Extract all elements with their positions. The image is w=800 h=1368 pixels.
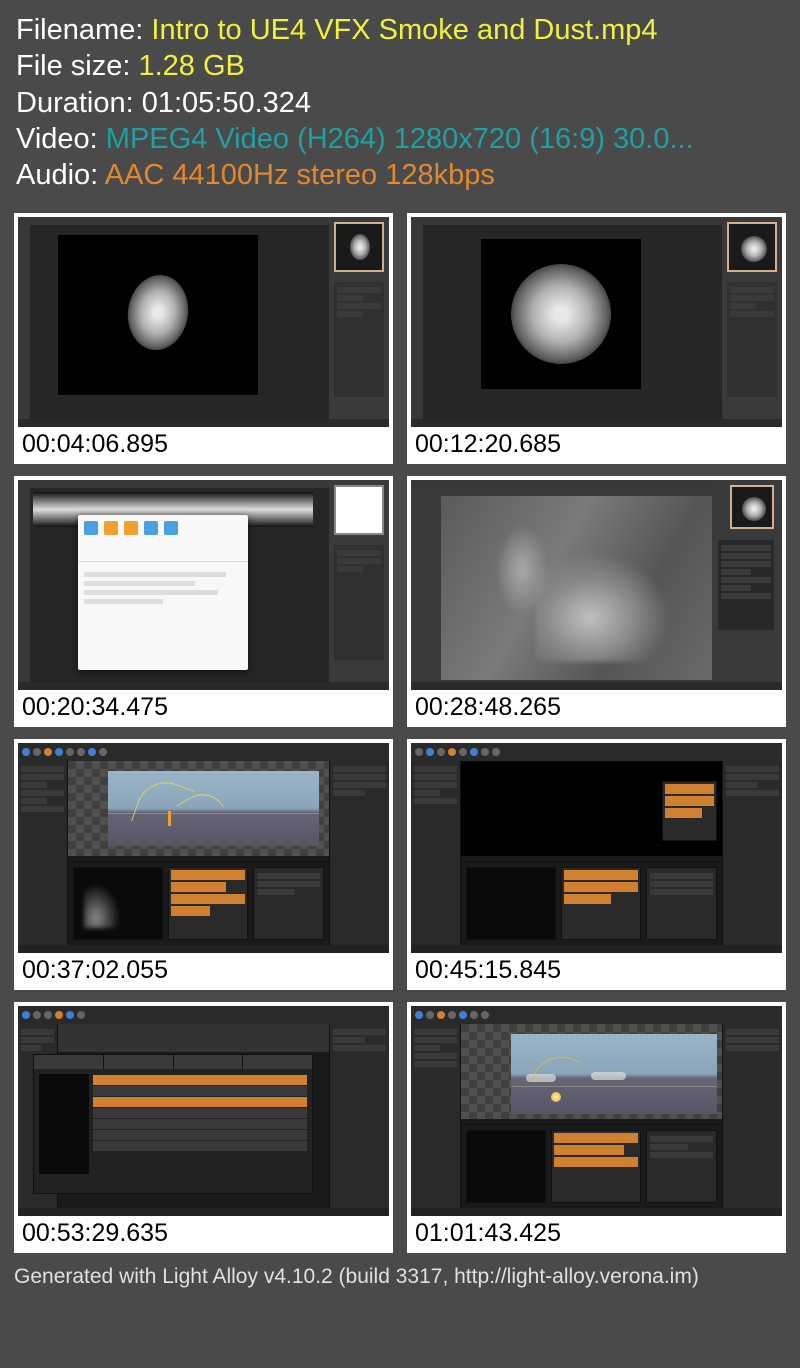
duration-value: 01:05:50.324 <box>142 87 311 119</box>
thumbnail-3-image <box>18 480 389 690</box>
thumbnail-8-timestamp: 01:01:43.425 <box>411 1216 782 1249</box>
file-info-panel: Filename: Intro to UE4 VFX Smoke and Dus… <box>0 0 800 213</box>
duration-row: Duration: 01:05:50.324 <box>16 85 784 121</box>
thumbnail-6-image <box>411 743 782 953</box>
thumbnail-5: 00:37:02.055 <box>14 739 393 990</box>
thumbnail-4-image <box>411 480 782 690</box>
thumbnail-1-timestamp: 00:04:06.895 <box>18 427 389 460</box>
footer-text: Generated with Light Alloy v4.10.2 (buil… <box>0 1253 800 1295</box>
audio-row: Audio: AAC 44100Hz stereo 128kbps <box>16 157 784 193</box>
thumbnail-7: 00:53:29.635 <box>14 1002 393 1253</box>
thumbnail-8: 01:01:43.425 <box>407 1002 786 1253</box>
filesize-value: 1.28 GB <box>138 50 244 82</box>
video-label: Video: <box>16 123 98 155</box>
thumbnail-8-image <box>411 1006 782 1216</box>
thumbnail-3-timestamp: 00:20:34.475 <box>18 690 389 723</box>
thumbnail-grid: 00:04:06.895 00:12:20.685 <box>0 213 800 1253</box>
thumbnail-6: 00:45:15.845 <box>407 739 786 990</box>
thumbnail-1-image <box>18 217 389 427</box>
thumbnail-5-timestamp: 00:37:02.055 <box>18 953 389 986</box>
thumbnail-1: 00:04:06.895 <box>14 213 393 464</box>
thumbnail-6-timestamp: 00:45:15.845 <box>411 953 782 986</box>
audio-value: AAC 44100Hz stereo 128kbps <box>105 159 495 191</box>
thumbnail-7-image <box>18 1006 389 1216</box>
thumbnail-2-image <box>411 217 782 427</box>
thumbnail-2-timestamp: 00:12:20.685 <box>411 427 782 460</box>
thumbnail-3: 00:20:34.475 <box>14 476 393 727</box>
video-row: Video: MPEG4 Video (H264) 1280x720 (16:9… <box>16 121 784 157</box>
filesize-label: File size: <box>16 50 130 82</box>
thumbnail-4-timestamp: 00:28:48.265 <box>411 690 782 723</box>
thumbnail-2: 00:12:20.685 <box>407 213 786 464</box>
filesize-row: File size: 1.28 GB <box>16 48 784 84</box>
audio-label: Audio: <box>16 159 98 191</box>
filename-value: Intro to UE4 VFX Smoke and Dust.mp4 <box>151 14 657 46</box>
thumbnail-5-image <box>18 743 389 953</box>
duration-label: Duration: <box>16 87 134 119</box>
thumbnail-7-timestamp: 00:53:29.635 <box>18 1216 389 1249</box>
video-value: MPEG4 Video (H264) 1280x720 (16:9) 30.0.… <box>106 123 694 155</box>
filename-label: Filename: <box>16 14 143 46</box>
filename-row: Filename: Intro to UE4 VFX Smoke and Dus… <box>16 12 784 48</box>
thumbnail-4: 00:28:48.265 <box>407 476 786 727</box>
